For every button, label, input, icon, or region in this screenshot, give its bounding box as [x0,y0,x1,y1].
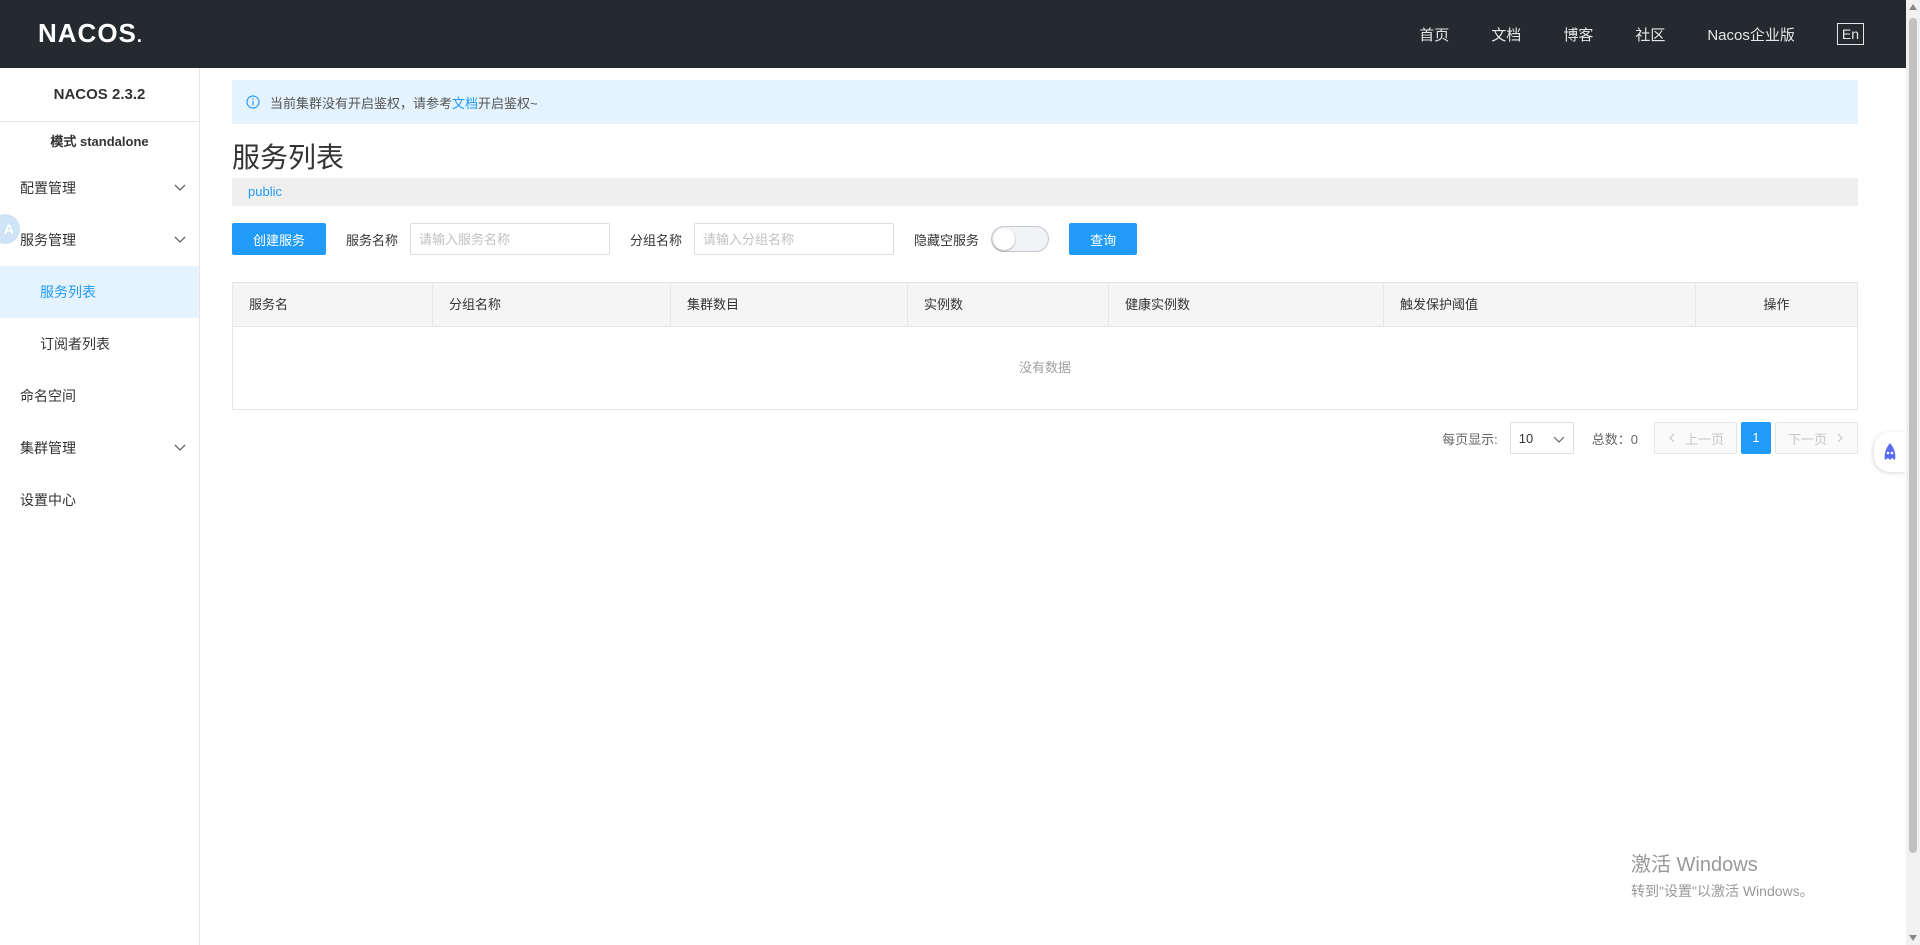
nav-community-link[interactable]: 社区 [1635,24,1665,45]
sidebar-item-label: 设置中心 [20,492,76,508]
assistant-icon [1884,443,1896,460]
sidebar-item-service-management[interactable]: 服务管理 [0,214,199,266]
sidebar-item-label: 集群管理 [20,440,76,456]
column-header-service-name: 服务名 [233,283,433,326]
chevron-right-icon [1837,433,1843,443]
page-size-value: 10 [1518,430,1534,446]
table-empty-state: 没有数据 [1018,360,1071,375]
column-header-operation: 操作 [1763,297,1790,312]
mode-label: 模式 standalone [50,134,149,149]
notice-text-before: 当前集群没有开启鉴权，请参考 [270,95,453,111]
prev-page-label: 上一页 [1684,431,1724,447]
chevron-down-icon [1553,436,1565,443]
nav-docs-link[interactable]: 文档 [1491,24,1521,45]
nacos-logo[interactable]: NACOS. [38,18,143,49]
page-title: 服务列表 [232,142,345,173]
scrollbar-thumb[interactable] [1909,18,1917,853]
service-table: 服务名 分组名称 集群数目 实例数 健康实例数 触发保护阈值 操作 没有数据 [232,282,1858,410]
top-nav: 首页 文档 博客 社区 Nacos企业版 En [1419,0,1906,68]
column-header-cluster-count: 集群数目 [671,283,908,326]
service-name-input[interactable] [410,223,611,255]
prev-page-button[interactable]: 上一页 [1653,422,1737,454]
hide-empty-services-label: 隐藏空服务 [914,232,980,248]
sidebar-item-cluster-management[interactable]: 集群管理 [0,422,199,474]
service-name-label: 服务名称 [346,232,399,248]
group-name-label: 分组名称 [630,232,683,248]
pagination: 每页显示: 10 总数：0 上一页 1 下一页 [232,422,1858,454]
sidebar-item-subscriber-list[interactable]: 订阅者列表 [0,318,199,370]
hide-empty-services-toggle[interactable] [991,226,1050,252]
auth-notice: 当前集群没有开启鉴权，请参考 文档 开启鉴权~ [232,80,1858,124]
chevron-left-icon [1669,433,1675,443]
chevron-down-icon [174,444,186,451]
top-header: NACOS. 首页 文档 博客 社区 Nacos企业版 En [0,0,1906,68]
nav-home-link[interactable]: 首页 [1419,24,1449,45]
scroll-up-arrow-icon[interactable] [1909,4,1917,10]
filter-bar: 创建服务 服务名称 分组名称 隐藏空服务 查询 [232,222,1858,256]
sidebar-item-label: 服务列表 [40,284,96,300]
query-button[interactable]: 查询 [1069,223,1138,255]
sidebar-item-namespace[interactable]: 命名空间 [0,370,199,422]
logo-dot: . [136,26,143,46]
notice-text-after: 开启鉴权~ [478,95,538,111]
namespace-tab-public[interactable]: public [232,178,1858,206]
page-size-select[interactable]: 10 [1509,422,1574,454]
total-count: 总数：0 [1591,431,1638,447]
nav-blog-link[interactable]: 博客 [1563,24,1593,45]
sidebar-item-label: 命名空间 [20,388,76,404]
logo-text: NACOS [38,18,137,48]
column-header-group-name: 分组名称 [433,283,671,326]
table-header: 服务名 分组名称 集群数目 实例数 健康实例数 触发保护阈值 操作 [233,283,1857,327]
watermark-line1: 激活 Windows [1631,854,1758,876]
sidebar-item-service-list[interactable]: 服务列表 [0,266,199,318]
chevron-down-icon [174,184,186,191]
column-header-protect-threshold: 触发保护阈值 [1384,283,1696,326]
notice-docs-link[interactable]: 文档 [452,93,478,112]
scroll-down-arrow-icon[interactable] [1909,935,1917,941]
sidebar-item-config-management[interactable]: 配置管理 [0,162,199,214]
sidebar-item-label: 配置管理 [20,180,76,196]
sidebar-item-label: 服务管理 [20,232,76,248]
next-page-button[interactable]: 下一页 [1774,422,1858,454]
info-icon [246,95,260,109]
language-switch-button[interactable]: En [1836,23,1864,45]
assistant-float-button[interactable] [1874,432,1906,472]
column-header-instance-count: 实例数 [908,283,1109,326]
toggle-knob [993,228,1016,250]
create-service-button[interactable]: 创建服务 [232,223,327,255]
page-scrollbar[interactable] [1906,0,1920,945]
sidebar-item-settings-center[interactable]: 设置中心 [0,474,199,526]
sidebar-item-label: 订阅者列表 [40,336,110,352]
version-label: NACOS 2.3.2 [0,68,199,122]
nav-enterprise-link[interactable]: Nacos企业版 [1707,24,1795,45]
watermark-line2: 转到"设置"以激活 Windows。 [1631,883,1814,899]
page-size-label: 每页显示: [1442,431,1498,447]
page-number-button[interactable]: 1 [1740,422,1771,454]
column-header-healthy-instance-count: 健康实例数 [1109,283,1384,326]
main-content: 当前集群没有开启鉴权，请参考 文档 开启鉴权~ 服务列表 public 创建服务 服… [232,68,1858,454]
sidebar: NACOS 2.3.2 模式 standalone 配置管理 服务管理 服务列表… [0,68,200,945]
group-name-input[interactable] [694,223,895,255]
chevron-down-icon [174,236,186,243]
windows-activation-watermark: 激活 Windows 转到"设置"以激活 Windows。 [1631,848,1814,901]
next-page-label: 下一页 [1787,431,1827,447]
